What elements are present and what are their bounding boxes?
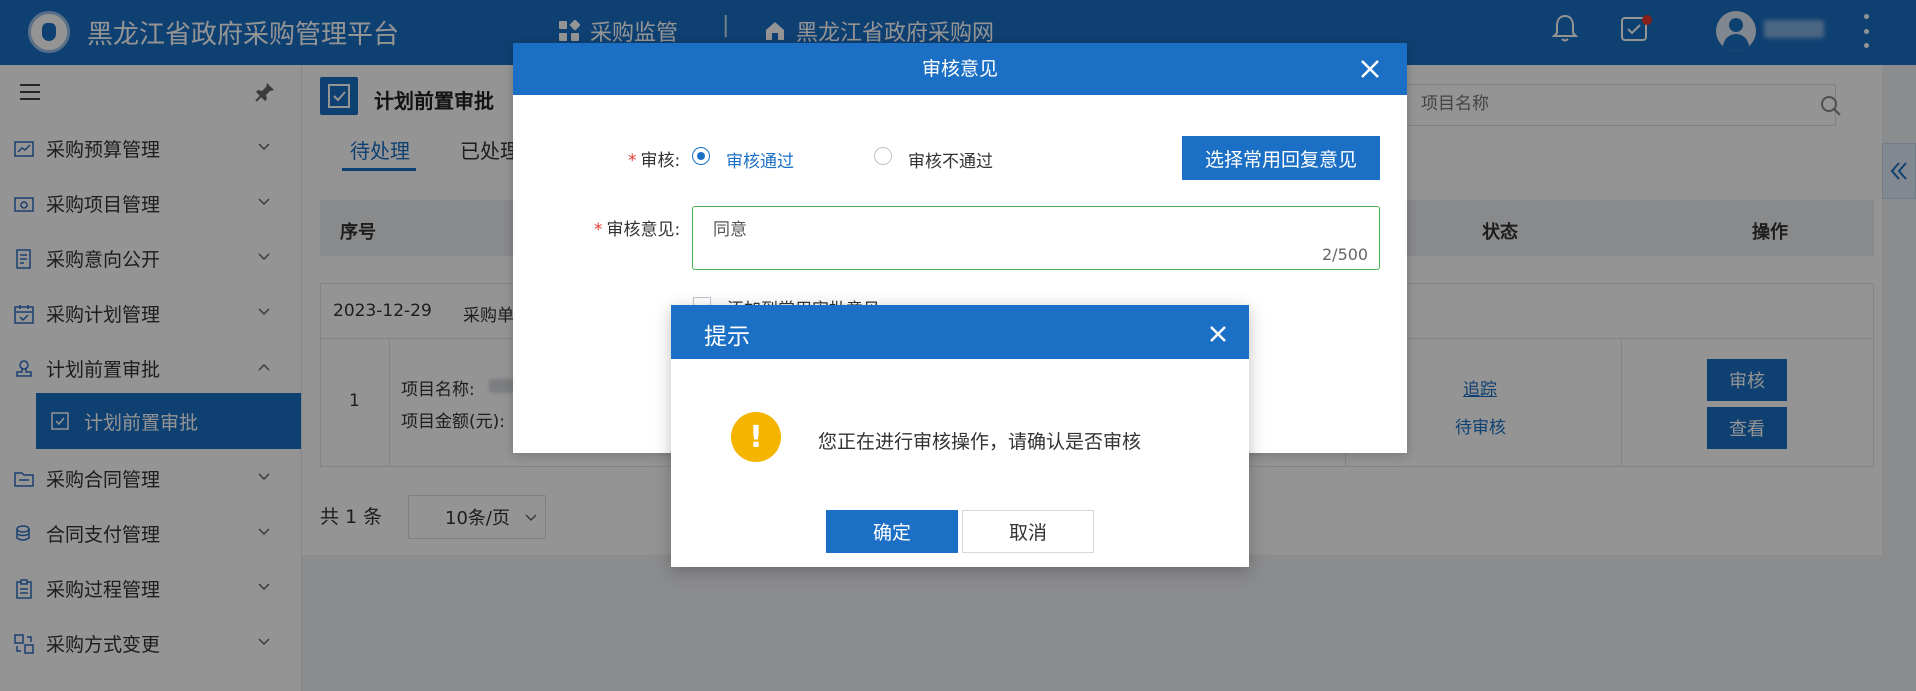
audit-label: * 审核: [628, 151, 681, 171]
confirm-message: 您正在进行审核操作，请确认是否审核 [818, 431, 1142, 453]
opinion-label: * 审核意见: [594, 220, 681, 240]
close-icon[interactable] [1359, 58, 1381, 80]
confirm-cancel-button[interactable]: 取消 [962, 510, 1094, 553]
char-counter: 2/500 [1322, 245, 1369, 264]
choose-common-reply-button[interactable]: 选择常用回复意见 [1182, 136, 1380, 180]
review-dialog-header: 审核意见 [513, 43, 1407, 95]
radio-fail-label[interactable]: 审核不通过 [908, 147, 993, 172]
confirm-dialog: 提示 ! 您正在进行审核操作，请确认是否审核 确定 取消 [671, 305, 1249, 567]
radio-pass[interactable] [692, 147, 710, 165]
opinion-textarea[interactable]: 同意 [692, 206, 1380, 270]
radio-pass-label[interactable]: 审核通过 [726, 147, 794, 172]
radio-fail[interactable] [874, 147, 892, 165]
confirm-dialog-title: 提示 [704, 324, 750, 350]
close-icon[interactable] [1208, 324, 1228, 344]
confirm-ok-button[interactable]: 确定 [826, 510, 958, 553]
warning-icon: ! [731, 412, 781, 462]
confirm-dialog-header: 提示 [671, 305, 1249, 359]
review-dialog-title: 审核意见 [921, 58, 998, 80]
